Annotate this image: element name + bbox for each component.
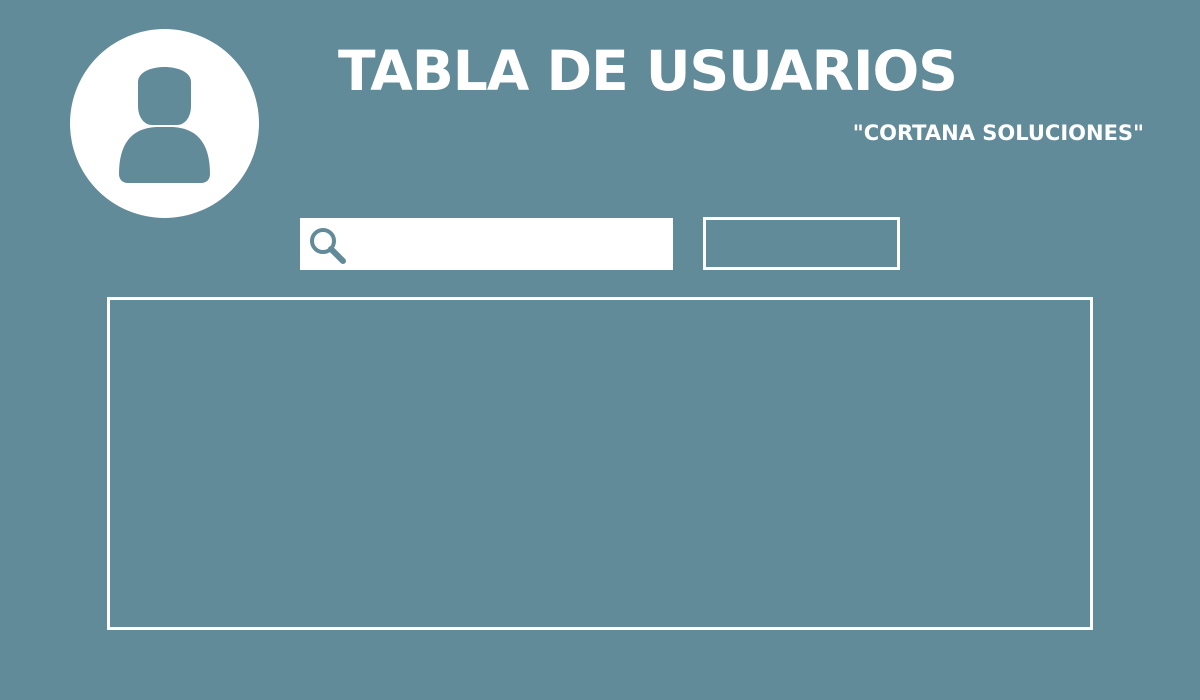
search-box[interactable] bbox=[300, 218, 673, 270]
avatar bbox=[70, 29, 259, 218]
page-title: TABLA DE USUARIOS bbox=[338, 39, 958, 103]
user-icon bbox=[119, 67, 210, 183]
search-button[interactable] bbox=[703, 217, 900, 270]
search-icon bbox=[310, 228, 346, 264]
users-table bbox=[107, 297, 1093, 630]
search-input[interactable] bbox=[356, 218, 664, 270]
page-subtitle: "CORTANA SOLUCIONES" bbox=[852, 121, 1144, 145]
